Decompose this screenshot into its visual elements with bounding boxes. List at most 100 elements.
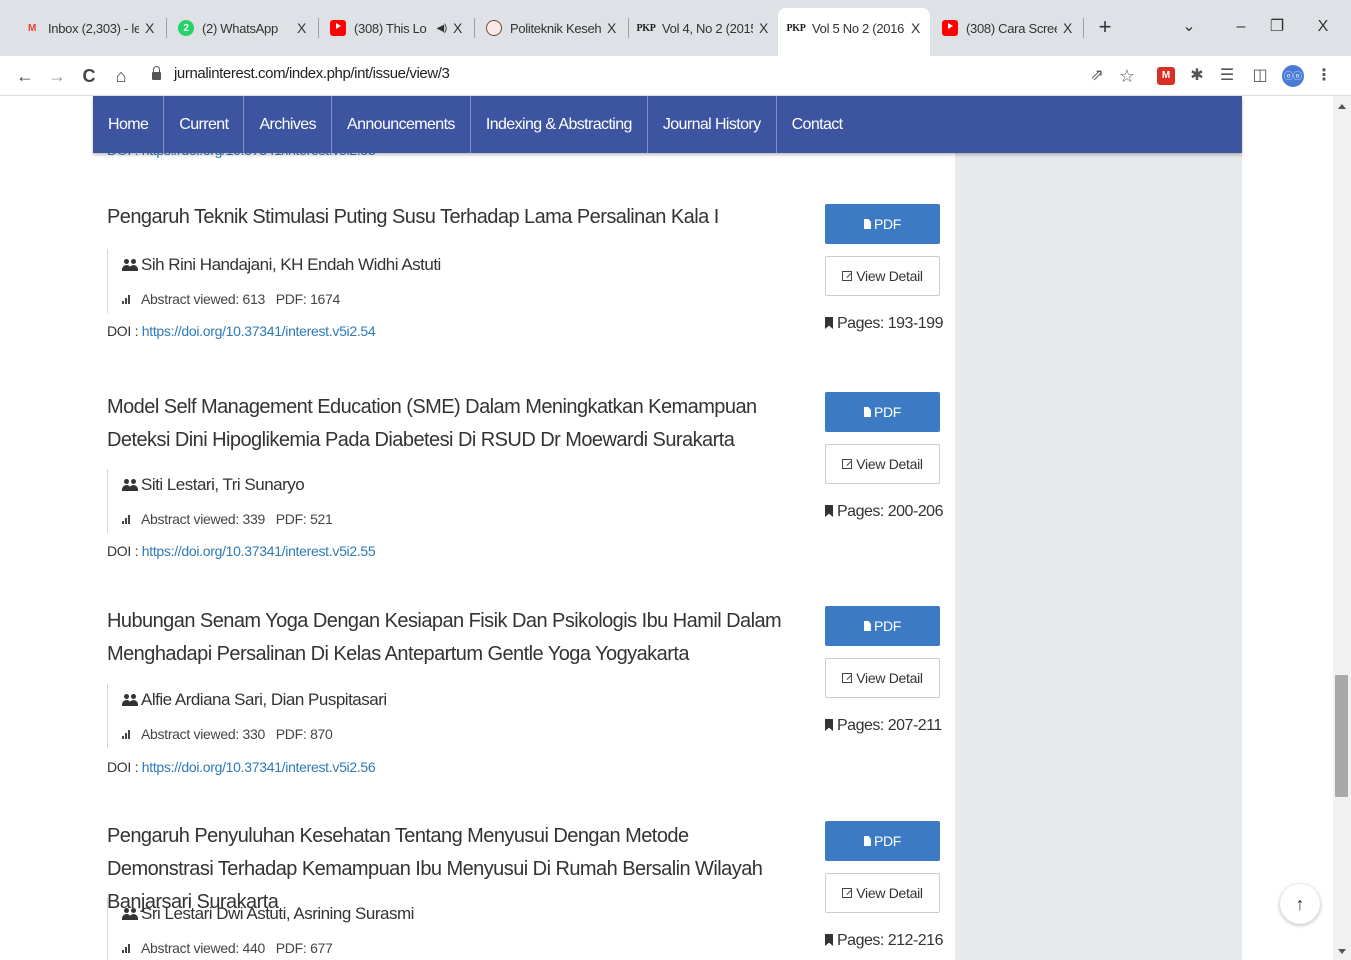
audio-playing-icon[interactable]: ◀) (437, 23, 448, 34)
minimize-button[interactable]: – (1226, 14, 1256, 40)
tab-label: (308) This Lo (354, 20, 427, 36)
pdf-button[interactable]: PDF (825, 821, 940, 861)
close-window-button[interactable]: X (1308, 14, 1338, 40)
tab-politeknik[interactable]: Politeknik Keseha X (476, 8, 626, 48)
file-icon (863, 621, 871, 631)
article-title[interactable]: Hubungan Senam Yoga Dengan Kesiapan Fisi… (107, 605, 797, 671)
new-tab-button[interactable]: + (1092, 14, 1118, 42)
nav-indexing-abstracting[interactable]: Indexing & Abstracting (471, 96, 648, 153)
scroll-down-arrow-icon[interactable] (1338, 949, 1346, 954)
tab-vol4[interactable]: PKP Vol 4, No 2 (2015 X (628, 8, 778, 48)
article-authors: Sih Rini Handajani, KH Endah Widhi Astut… (122, 255, 441, 275)
bar-chart-icon (122, 295, 132, 304)
nav-journal-history[interactable]: Journal History (648, 96, 777, 153)
tab-label: Politeknik Keseha (510, 20, 601, 36)
pdf-button[interactable]: PDF (825, 204, 940, 244)
article-meta: Sih Rini Handajani, KH Endah Widhi Astut… (107, 249, 567, 313)
users-icon (122, 694, 138, 706)
article-stats: Abstract viewed: 339 PDF: 521 (122, 511, 333, 527)
tab-label: (2) WhatsApp (202, 20, 278, 36)
article-authors: Alfie Ardiana Sari, Dian Puspitasari (122, 690, 387, 710)
page-scrollbar[interactable] (1333, 96, 1351, 960)
reading-list-icon[interactable]: ☰ (1215, 64, 1239, 88)
tab-label: Inbox (2,303) - le (48, 20, 139, 36)
article-pages: Pages: 193-199 (825, 315, 947, 333)
lock-icon[interactable] (152, 66, 161, 81)
scroll-up-arrow-icon[interactable] (1338, 104, 1346, 109)
close-icon[interactable]: X (607, 20, 616, 36)
reload-button[interactable]: C (76, 62, 102, 90)
nav-home[interactable]: Home (93, 96, 165, 153)
external-link-icon (842, 673, 853, 683)
external-link-icon (842, 271, 853, 281)
close-icon[interactable]: X (759, 20, 768, 36)
address-bar[interactable]: jurnalinterest.com/index.php/int/issue/v… (174, 65, 450, 82)
restore-button[interactable]: ❐ (1262, 14, 1292, 40)
users-icon (122, 479, 138, 491)
close-icon[interactable]: X (453, 20, 462, 36)
article-authors: Siti Lestari, Tri Sunaryo (122, 475, 305, 495)
youtube-icon (942, 20, 958, 36)
pdf-button[interactable]: PDF (825, 392, 940, 432)
article-meta: Sri Lestari Dwi Astuti, Asrining Surasmi… (107, 898, 567, 960)
bar-chart-icon (122, 515, 132, 524)
article-doi: DOI : https://doi.org/10.37341/interest.… (107, 543, 376, 559)
view-detail-button[interactable]: View Detail (825, 658, 940, 698)
close-icon[interactable]: X (297, 20, 306, 36)
article-meta: Alfie Ardiana Sari, Dian Puspitasari Abs… (107, 684, 567, 748)
pdf-button[interactable]: PDF (825, 606, 940, 646)
whatsapp-icon: 2 (178, 20, 194, 36)
doi-link[interactable]: https://doi.org/10.37341/interest.v5i2.5… (142, 543, 376, 559)
youtube-icon (330, 20, 346, 36)
forward-button[interactable]: → (44, 62, 70, 90)
external-link-icon (842, 888, 853, 898)
close-icon[interactable]: X (911, 20, 920, 36)
article-title[interactable]: Model Self Management Education (SME) Da… (107, 391, 797, 457)
share-icon[interactable]: ⇗ (1085, 64, 1109, 88)
side-panel-icon[interactable]: ◫ (1248, 64, 1272, 88)
pkp-icon: PKP (786, 22, 806, 34)
close-icon[interactable]: X (1063, 20, 1072, 36)
tab-search-button[interactable]: ⌄ (1174, 14, 1204, 40)
file-icon (863, 407, 871, 417)
doi-link[interactable]: https://doi.org/10.37341/interest.v5i2.5… (142, 323, 376, 339)
home-button[interactable]: ⌂ (108, 62, 134, 90)
back-to-top-button[interactable]: ↑ (1280, 884, 1320, 924)
nav-contact[interactable]: Contact (777, 96, 858, 153)
close-icon[interactable]: X (145, 20, 154, 36)
tab-gmail[interactable]: M Inbox (2,303) - le X (14, 8, 164, 48)
extension-icon[interactable]: M (1157, 67, 1175, 85)
article-stats: Abstract viewed: 440 PDF: 677 (122, 940, 333, 956)
profile-avatar[interactable]: ⓞⓞ (1282, 65, 1304, 87)
bookmark-icon (825, 719, 833, 731)
browser-toolbar: ← → C ⌂ jurnalinterest.com/index.php/int… (0, 56, 1351, 96)
tab-separator (1083, 18, 1084, 38)
tab-separator (318, 18, 319, 38)
article-meta: Siti Lestari, Tri Sunaryo Abstract viewe… (107, 469, 567, 533)
tab-vol5-active[interactable]: PKP Vol 5 No 2 (2016 X (778, 8, 930, 56)
scrollbar-thumb[interactable] (1335, 675, 1348, 798)
tab-whatsapp[interactable]: 2 (2) WhatsApp X (168, 8, 316, 48)
nav-archives[interactable]: Archives (244, 96, 332, 153)
view-detail-button[interactable]: View Detail (825, 873, 940, 913)
back-button[interactable]: ← (12, 62, 38, 90)
view-detail-button[interactable]: View Detail (825, 444, 940, 484)
extensions-puzzle-icon[interactable]: ✱ (1185, 64, 1209, 88)
article-title[interactable]: Pengaruh Teknik Stimulasi Puting Susu Te… (107, 201, 797, 234)
nav-announcements[interactable]: Announcements (332, 96, 471, 153)
tab-label: Vol 4, No 2 (2015 (662, 20, 753, 36)
article-pages: Pages: 212-216 (825, 932, 947, 950)
view-detail-button[interactable]: View Detail (825, 256, 940, 296)
bookmark-icon (825, 934, 833, 946)
sidebar-panel (955, 96, 1242, 960)
article-doi: DOI : https://doi.org/10.37341/interest.… (107, 759, 376, 775)
doi-link[interactable]: https://doi.org/10.37341/interest.v5i2.5… (142, 759, 376, 775)
bookmark-icon (825, 317, 833, 329)
tab-separator (474, 18, 475, 38)
nav-current[interactable]: Current (164, 96, 245, 153)
tab-youtube-cara[interactable]: (308) Cara Screen X (932, 8, 1082, 48)
browser-menu-icon[interactable]: ⋮ (1312, 64, 1336, 88)
bookmark-star-icon[interactable]: ☆ (1115, 64, 1139, 88)
page-viewport: Home Current Archives Announcements Inde… (0, 96, 1333, 960)
tab-youtube-this-lo[interactable]: (308) This Lo ◀) X (320, 8, 472, 48)
